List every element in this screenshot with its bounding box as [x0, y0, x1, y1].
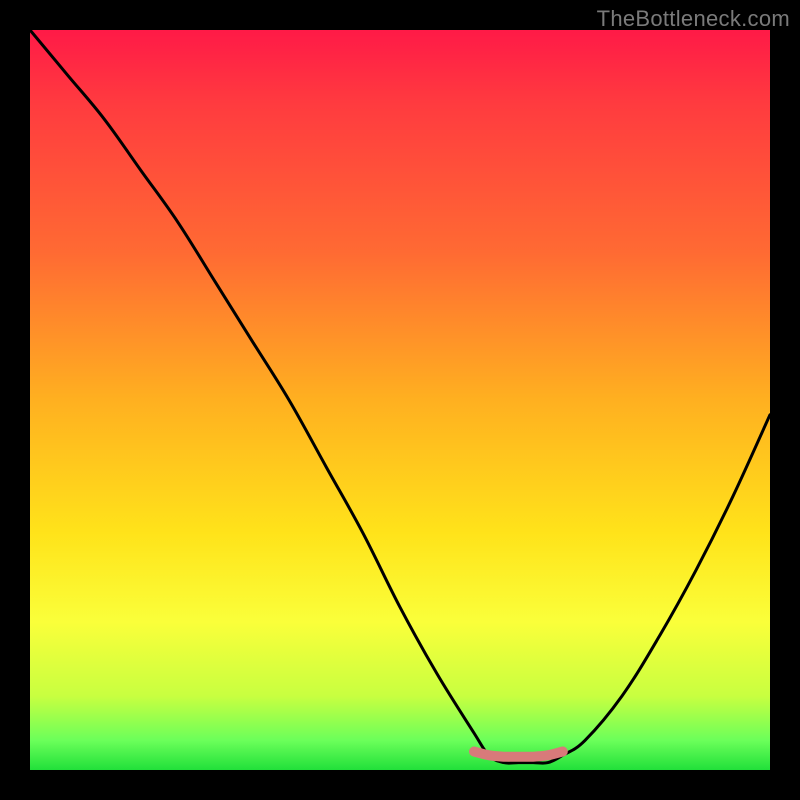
curve-layer	[30, 30, 770, 770]
flat-bottom-highlight	[474, 752, 563, 757]
plot-area	[30, 30, 770, 770]
chart-frame: TheBottleneck.com	[0, 0, 800, 800]
bottleneck-curve	[30, 30, 770, 763]
watermark-text: TheBottleneck.com	[597, 6, 790, 32]
